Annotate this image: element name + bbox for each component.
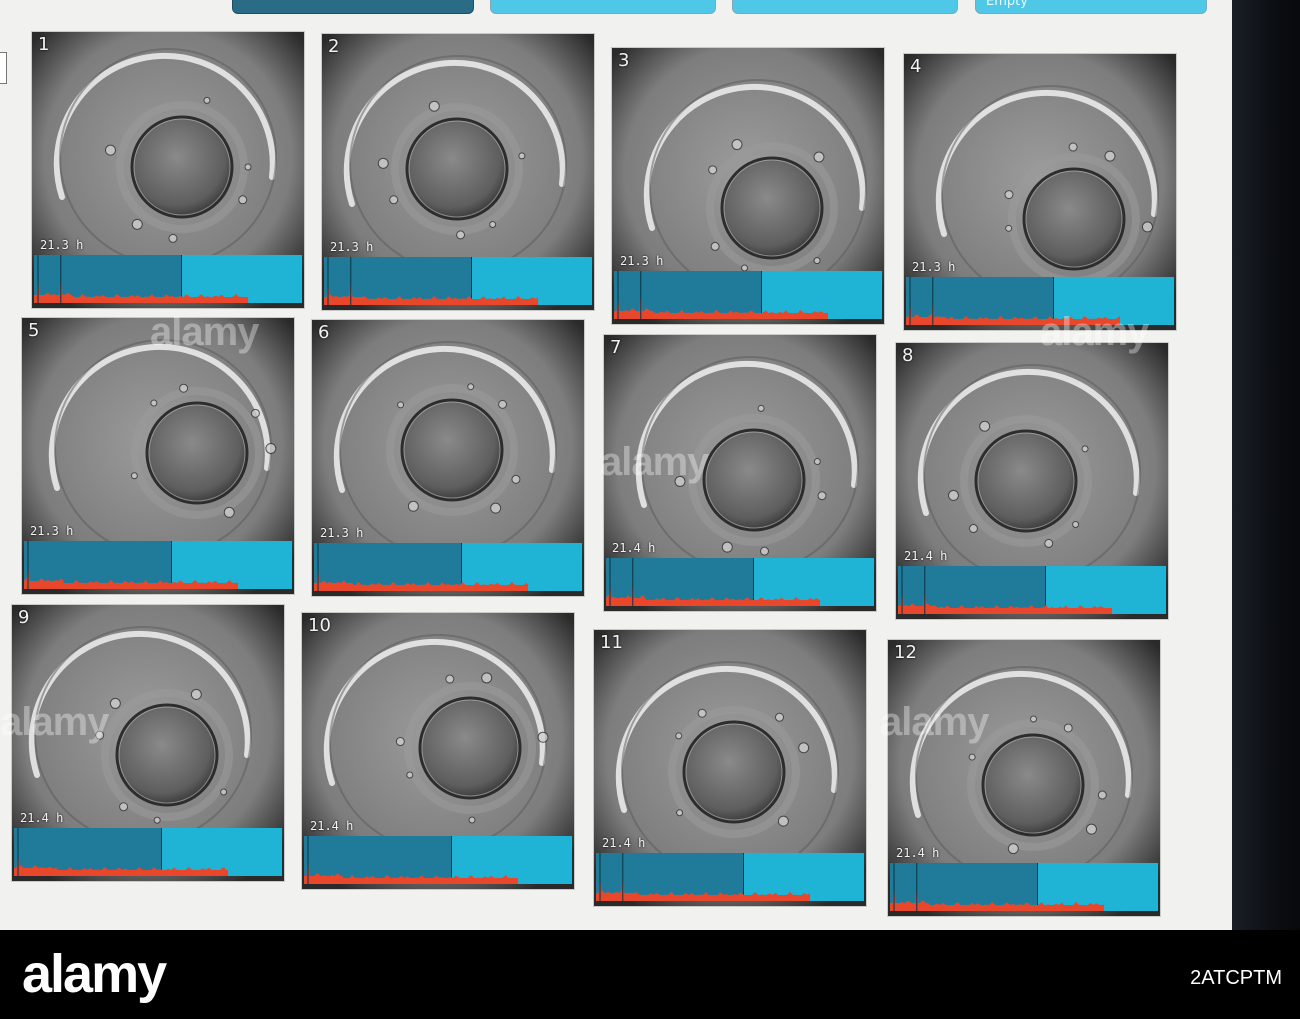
activity-trace — [304, 836, 518, 884]
tab-button-empty[interactable]: Empty — [975, 0, 1207, 14]
well-number: 7 — [610, 337, 622, 358]
embryo-well-10[interactable]: 10 21.4 h — [302, 613, 574, 889]
activity-trace — [14, 828, 228, 876]
watermark-brand: alamy — [22, 944, 167, 1004]
well-timestamp: 21.3 h — [912, 260, 956, 274]
development-timeline[interactable] — [34, 255, 302, 303]
activity-trace — [614, 271, 828, 319]
development-timeline[interactable] — [314, 543, 582, 591]
development-timeline[interactable] — [14, 828, 282, 876]
activity-trace — [24, 541, 238, 589]
embryo-well-9[interactable]: 9 21.4 h — [12, 605, 284, 881]
well-timestamp: 21.3 h — [620, 254, 664, 268]
development-timeline[interactable] — [614, 271, 882, 319]
activity-trace — [906, 277, 1120, 325]
embryo-well-1[interactable]: 1 21.3 h — [32, 32, 304, 308]
development-timeline[interactable] — [24, 541, 292, 589]
activity-trace — [890, 863, 1104, 911]
well-number: 4 — [910, 56, 922, 77]
watermark-stock-code: 2ATCPTM — [1190, 967, 1282, 989]
well-timestamp: 21.4 h — [310, 819, 354, 833]
embryo-well-3[interactable]: 3 21.3 h — [612, 48, 884, 324]
activity-trace — [324, 257, 538, 305]
well-number: 10 — [308, 615, 331, 636]
activity-trace — [606, 558, 820, 606]
well-number: 1 — [38, 34, 50, 55]
activity-trace — [34, 255, 248, 303]
development-timeline[interactable] — [304, 836, 572, 884]
embryo-well-8[interactable]: 8 21.4 h — [896, 343, 1168, 619]
well-timestamp: 21.4 h — [602, 836, 646, 850]
activity-trace — [596, 853, 810, 901]
development-timeline[interactable] — [596, 853, 864, 901]
embryo-well-5[interactable]: 5 21.3 h — [22, 318, 294, 594]
well-number: 12 — [894, 642, 917, 663]
embryo-well-7[interactable]: 7 21.4 h — [604, 335, 876, 611]
footer-strip — [0, 930, 1300, 1019]
tab-button-2[interactable] — [490, 0, 716, 14]
tab-button-1[interactable] — [232, 0, 474, 14]
well-number: 8 — [902, 345, 914, 366]
development-timeline[interactable] — [906, 277, 1174, 325]
embryo-well-12[interactable]: 12 21.4 h — [888, 640, 1160, 916]
well-timestamp: 21.4 h — [612, 541, 656, 555]
well-timestamp: 21.4 h — [896, 846, 940, 860]
embryo-well-2[interactable]: 2 21.3 h — [322, 34, 594, 310]
activity-trace — [898, 566, 1112, 614]
well-number: 11 — [600, 632, 623, 653]
development-timeline[interactable] — [898, 566, 1166, 614]
well-timestamp: 21.3 h — [320, 526, 364, 540]
tab-button-3[interactable] — [732, 0, 958, 14]
development-timeline[interactable] — [890, 863, 1158, 911]
monitor-bezel — [1232, 0, 1300, 930]
well-timestamp: 21.4 h — [20, 811, 64, 825]
well-timestamp: 21.3 h — [330, 240, 374, 254]
well-number: 9 — [18, 607, 30, 628]
well-timestamp: 21.3 h — [40, 238, 84, 252]
well-timestamp: 21.4 h — [904, 549, 948, 563]
side-panel-handle[interactable] — [0, 52, 7, 84]
well-timestamp: 21.3 h — [30, 524, 74, 538]
development-timeline[interactable] — [606, 558, 874, 606]
embryo-monitor-screen: Empty 1 21.3 h 2 21.3 h 3 21.3 h 4 21.3 h 5 21.3 … — [0, 0, 1232, 930]
embryo-well-6[interactable]: 6 21.3 h — [312, 320, 584, 596]
development-timeline[interactable] — [324, 257, 592, 305]
embryo-well-4[interactable]: 4 21.3 h — [904, 54, 1176, 330]
well-number: 3 — [618, 50, 630, 71]
well-number: 2 — [328, 36, 340, 57]
well-number: 6 — [318, 322, 330, 343]
well-number: 5 — [28, 320, 40, 341]
activity-trace — [314, 543, 528, 591]
embryo-well-11[interactable]: 11 21.4 h — [594, 630, 866, 906]
